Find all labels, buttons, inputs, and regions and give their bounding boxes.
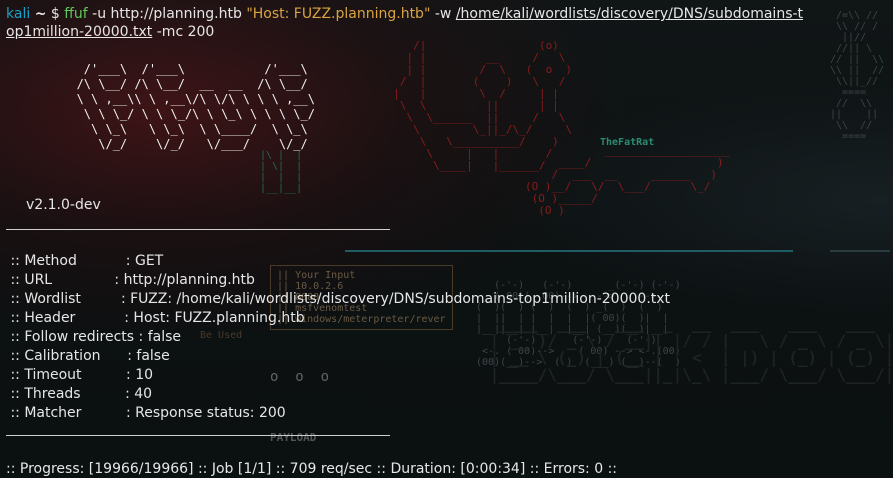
config-calibration: :: Calibration : false [6, 348, 170, 364]
config-threads: :: Threads : 40 [6, 386, 153, 402]
prompt-user: kali [6, 6, 31, 22]
wallpaper-green-art: |\ | | | \| | | | | |__|__| [260, 150, 303, 194]
ffuf-version: v2.1.0-dev [26, 197, 101, 213]
config-matcher: :: Matcher : Response status: 200 [6, 405, 286, 421]
config-timeout: :: Timeout : 10 [6, 367, 154, 383]
wallpaper-gun-art: ___________________ ____/ ) / ___ __ ___… [525, 144, 731, 217]
divider-top [6, 229, 390, 230]
wallpaper-side-text: Be Used [200, 330, 243, 341]
config-header: :: Header : Host: FUZZ.planning.htb [6, 310, 305, 326]
config-method: :: Method : GET [6, 253, 164, 269]
wallpaper-bar [345, 250, 793, 252]
config-wordlist: :: Wordlist : FUZZ: /home/kali/wordlists… [6, 291, 671, 307]
wallpaper-bar-2 [830, 250, 890, 252]
config-follow-redirects: :: Follow redirects : false [6, 329, 182, 345]
command-wordlist-path-cont: op1million-20000.txt [6, 24, 153, 40]
wallpaper-payload-label: PAYLOAD [270, 431, 317, 444]
terminal-window[interactable]: /| (o) | | __ / \ | | / \ ( o ) / | ( ) … [0, 0, 893, 478]
command-args-url: -u http://planning.htb [92, 6, 242, 22]
command-line-wrap[interactable]: op1million-20000.txt -mc 200 [6, 23, 214, 41]
wallpaper-dots: o o o [270, 369, 330, 385]
command-wordlist-path: /home/kali/wordlists/discovery/DNS/subdo… [455, 6, 804, 22]
wallpaper-thefatrat-tag: TheFatRat [600, 137, 655, 148]
prompt-symbol: $ [50, 6, 60, 22]
command-mc-flag: -mc 200 [156, 24, 215, 40]
config-url: :: URL : http://planning.htb [6, 272, 255, 288]
prompt-dir: ~ [34, 6, 47, 22]
ffuf-ascii-banner: /'___\ /'___\ /'___\ /\ \__/ /\ \__/ __ … [76, 62, 315, 151]
wallpaper-right-art: /=\\ // \\ // / ||// //|| \ // || \\ \\ … [830, 10, 885, 142]
wallpaper-red-art: /| (o) | | __ / \ | | / \ ( o ) / | ( ) … [393, 39, 573, 172]
wallpaper-big-letters: ____ ___ ___ _ __ ___ ___ ___ ___ | __ )… [489, 314, 893, 384]
progress-status: :: Progress: [19966/19966] :: Job [1/1] … [6, 461, 618, 477]
command-wflag: -w [434, 6, 452, 22]
command-header-string: "Host: FUZZ.planning.htb" [246, 6, 431, 22]
divider-bottom [6, 435, 390, 436]
command-line[interactable]: kali ~ $ ffuf -u http://planning.htb "Ho… [6, 5, 803, 23]
command-name: ffuf [64, 6, 88, 22]
